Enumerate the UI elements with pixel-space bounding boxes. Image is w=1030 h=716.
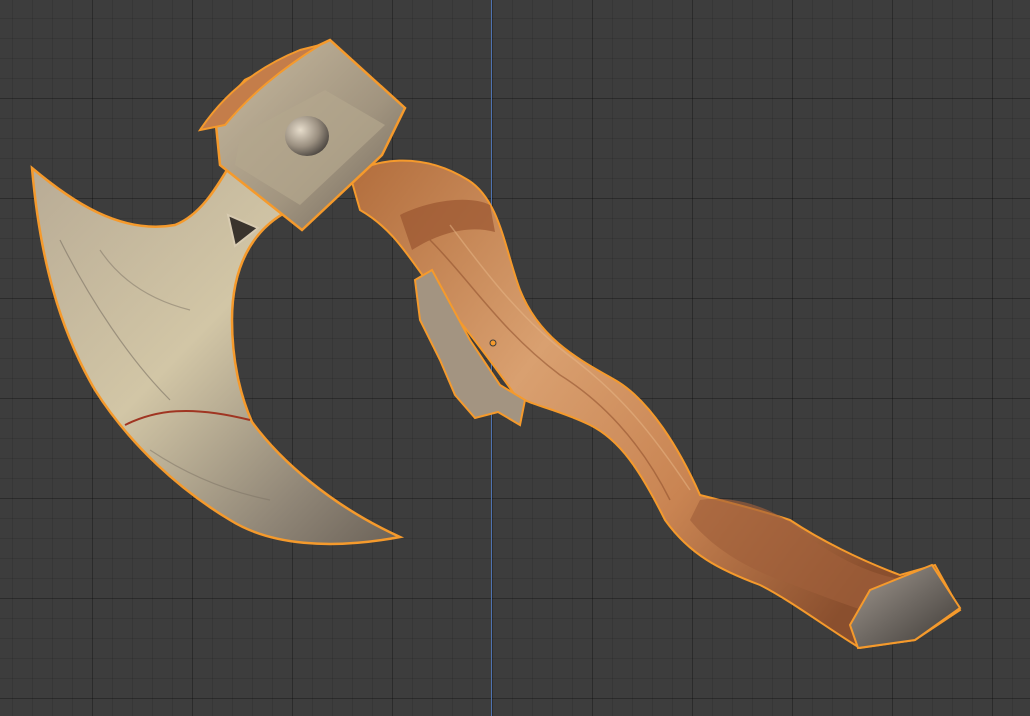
axe-blade[interactable] xyxy=(30,163,405,546)
axe-model[interactable] xyxy=(0,0,1030,716)
3d-viewport[interactable] xyxy=(0,0,1030,716)
head-rivet xyxy=(285,116,329,156)
object-origin-dot xyxy=(489,339,497,347)
